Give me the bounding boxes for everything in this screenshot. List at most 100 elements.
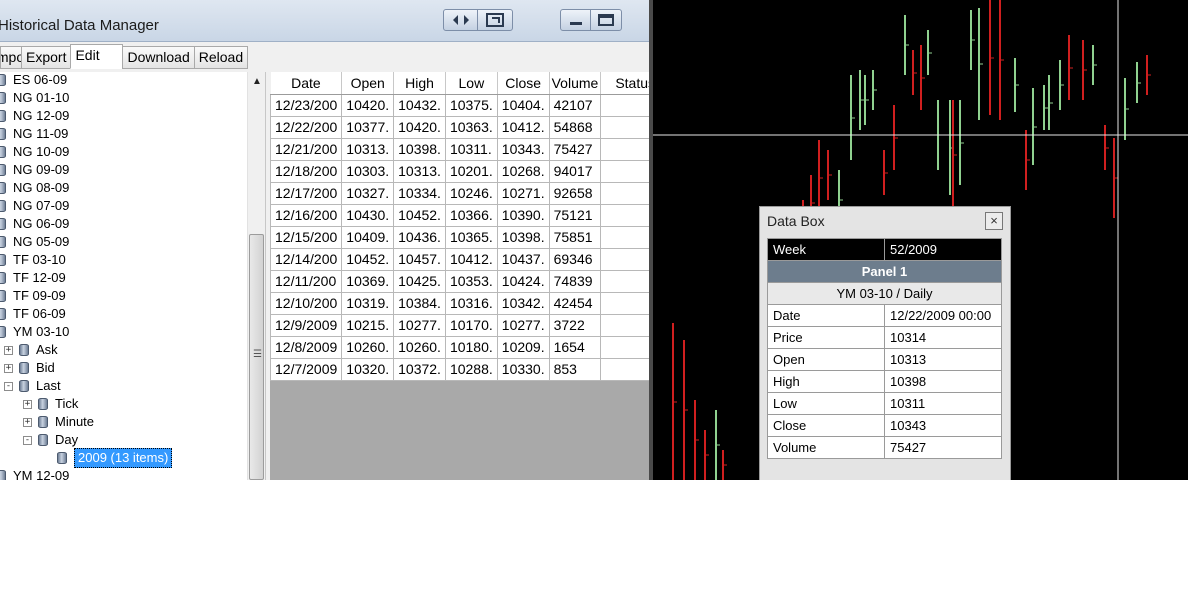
tree-item[interactable]: TF 09-09 bbox=[0, 287, 66, 305]
tree-item[interactable]: YM 12-09 bbox=[0, 467, 69, 480]
cell-low[interactable]: 10365. bbox=[444, 225, 498, 249]
cell-status[interactable] bbox=[600, 159, 649, 183]
tree-item[interactable]: NG 11-09 bbox=[0, 125, 68, 143]
column-header-open[interactable]: Open bbox=[341, 72, 395, 95]
scroll-thumb[interactable]: ☰ bbox=[249, 234, 264, 480]
cell-close[interactable]: 10209. bbox=[496, 335, 550, 359]
cell-low[interactable]: 10180. bbox=[444, 335, 498, 359]
collapse-icon[interactable]: - bbox=[23, 435, 32, 445]
tree-item[interactable]: TF 12-09 bbox=[0, 269, 66, 287]
tree-item[interactable]: TF 06-09 bbox=[0, 305, 66, 323]
cell-low[interactable]: 10353. bbox=[444, 269, 498, 293]
cell-status[interactable] bbox=[600, 357, 649, 381]
scroll-up-icon[interactable]: ▲ bbox=[252, 76, 262, 87]
tree-item[interactable]: NG 12-09 bbox=[0, 107, 69, 125]
cell-date[interactable]: 12/15/200 bbox=[269, 225, 343, 249]
cell-high[interactable]: 10260. bbox=[393, 335, 446, 359]
cell-volume[interactable]: 853 bbox=[548, 357, 602, 381]
tree-item[interactable]: NG 05-09 bbox=[0, 233, 69, 251]
cell-close[interactable]: 10277. bbox=[496, 313, 550, 337]
table-row[interactable]: 12/22/200 10377. 10420. 10363. 10412. 54868 bbox=[269, 115, 649, 139]
minimize-icon[interactable] bbox=[561, 10, 591, 30]
cell-date[interactable]: 12/10/200 bbox=[269, 291, 343, 315]
cell-date[interactable]: 12/18/200 bbox=[269, 159, 343, 183]
cell-volume[interactable]: 75427 bbox=[548, 137, 602, 161]
tree-item[interactable]: NG 01-10 bbox=[0, 89, 69, 107]
window-titlebar[interactable]: Historical Data Manager bbox=[0, 0, 649, 42]
cell-status[interactable] bbox=[600, 93, 649, 117]
reload-button[interactable]: Reload bbox=[193, 46, 249, 69]
cell-close[interactable]: 10330. bbox=[496, 357, 550, 381]
cell-high[interactable]: 10277. bbox=[393, 313, 446, 337]
table-row[interactable]: 12/21/200 10313. 10398. 10311. 10343. 75427 bbox=[269, 137, 649, 161]
cell-open[interactable]: 10303. bbox=[341, 159, 395, 183]
cell-high[interactable]: 10425. bbox=[393, 269, 446, 293]
cell-volume[interactable]: 75121 bbox=[548, 203, 602, 227]
cell-low[interactable]: 10311. bbox=[444, 137, 498, 161]
cell-volume[interactable]: 94017 bbox=[548, 159, 602, 183]
cell-close[interactable]: 10390. bbox=[496, 203, 550, 227]
table-row[interactable]: 12/9/2009 10215. 10277. 10170. 10277. 3722 bbox=[269, 313, 649, 337]
cell-open[interactable]: 10430. bbox=[341, 203, 395, 227]
instrument-tree[interactable]: ES 06-09 NG 01-10 NG 12-09 NG 11-09 NG 10-09… bbox=[0, 72, 266, 480]
tree-item[interactable]: - Last bbox=[4, 377, 61, 395]
cell-low[interactable]: 10288. bbox=[444, 357, 498, 381]
cell-low[interactable]: 10375. bbox=[444, 93, 498, 117]
cell-status[interactable] bbox=[600, 225, 649, 249]
tree-item[interactable]: NG 06-09 bbox=[0, 215, 69, 233]
cell-open[interactable]: 10420. bbox=[341, 93, 395, 117]
cell-close[interactable]: 10424. bbox=[496, 269, 550, 293]
import-button[interactable]: Import bbox=[0, 46, 22, 69]
cell-open[interactable]: 10452. bbox=[341, 247, 395, 271]
cell-low[interactable]: 10366. bbox=[444, 203, 498, 227]
cell-open[interactable]: 10409. bbox=[341, 225, 395, 249]
cell-status[interactable] bbox=[600, 115, 649, 139]
tree-item[interactable]: NG 08-09 bbox=[0, 179, 69, 197]
cell-open[interactable]: 10327. bbox=[341, 181, 395, 205]
close-icon[interactable]: × bbox=[985, 212, 1003, 230]
cell-high[interactable]: 10420. bbox=[393, 115, 446, 139]
table-row[interactable]: 12/15/200 10409. 10436. 10365. 10398. 75851 bbox=[269, 225, 649, 249]
arrows-icon[interactable] bbox=[444, 10, 478, 30]
tree-item[interactable]: ES 06-09 bbox=[0, 72, 67, 89]
cell-date[interactable]: 12/23/200 bbox=[269, 93, 343, 117]
cell-open[interactable]: 10319. bbox=[341, 291, 395, 315]
cell-high[interactable]: 10398. bbox=[393, 137, 446, 161]
collapse-icon[interactable]: - bbox=[4, 381, 13, 391]
cell-status[interactable] bbox=[600, 203, 649, 227]
cell-high[interactable]: 10384. bbox=[393, 291, 446, 315]
column-header-volume[interactable]: Volume bbox=[549, 72, 602, 95]
cell-open[interactable]: 10215. bbox=[341, 313, 395, 337]
cell-date[interactable]: 12/17/200 bbox=[269, 181, 343, 205]
cell-date[interactable]: 12/8/2009 bbox=[269, 335, 343, 359]
table-row[interactable]: 12/8/2009 10260. 10260. 10180. 10209. 1654 bbox=[269, 335, 649, 359]
cell-close[interactable]: 10437. bbox=[496, 247, 550, 271]
cell-date[interactable]: 12/7/2009 bbox=[269, 357, 343, 381]
expand-icon[interactable]: + bbox=[23, 399, 32, 409]
cell-volume[interactable]: 74839 bbox=[548, 269, 602, 293]
dock-icon[interactable] bbox=[478, 10, 512, 30]
column-header-close[interactable]: Close bbox=[497, 72, 550, 95]
expand-icon[interactable]: + bbox=[4, 363, 13, 373]
table-row[interactable]: 12/16/200 10430. 10452. 10366. 10390. 75121 bbox=[269, 203, 649, 227]
expand-icon[interactable]: + bbox=[23, 417, 32, 427]
cell-volume[interactable]: 42454 bbox=[548, 291, 602, 315]
table-row[interactable]: 12/14/200 10452. 10457. 10412. 10437. 69346 bbox=[269, 247, 649, 271]
cell-close[interactable]: 10342. bbox=[496, 291, 550, 315]
cell-volume[interactable]: 54868 bbox=[548, 115, 602, 139]
cell-low[interactable]: 10412. bbox=[444, 247, 498, 271]
expand-icon[interactable]: + bbox=[4, 345, 13, 355]
cell-date[interactable]: 12/21/200 bbox=[269, 137, 343, 161]
column-header-date[interactable]: Date bbox=[270, 72, 343, 95]
edit-tab[interactable]: Edit bbox=[70, 44, 124, 69]
cell-high[interactable]: 10436. bbox=[393, 225, 446, 249]
column-header-high[interactable]: High bbox=[393, 72, 446, 95]
cell-open[interactable]: 10377. bbox=[341, 115, 395, 139]
cell-status[interactable] bbox=[600, 313, 649, 337]
table-row[interactable]: 12/17/200 10327. 10334. 10246. 10271. 92658 bbox=[269, 181, 649, 205]
cell-date[interactable]: 12/14/200 bbox=[269, 247, 343, 271]
cell-high[interactable]: 10372. bbox=[393, 357, 446, 381]
cell-open[interactable]: 10313. bbox=[341, 137, 395, 161]
tree-item[interactable]: NG 10-09 bbox=[0, 143, 69, 161]
cell-volume[interactable]: 42107 bbox=[548, 93, 602, 117]
